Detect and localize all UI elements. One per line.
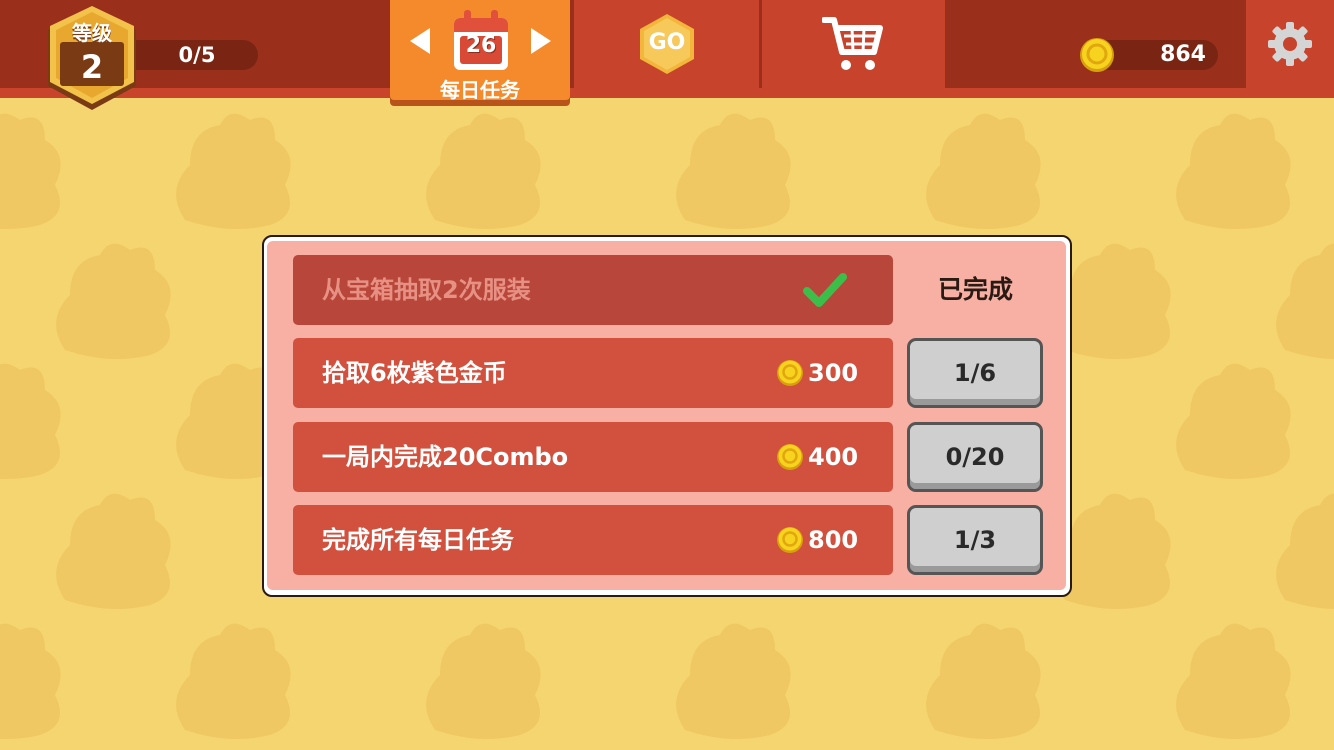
go-label: GO — [648, 30, 686, 55]
task-status-completed: 已完成 — [937, 275, 1013, 304]
next-arrow-icon[interactable] — [531, 28, 551, 54]
level-number: 2 — [80, 48, 104, 86]
task-reward: 400 — [808, 443, 859, 471]
task-label: 从宝箱抽取2次服装 — [322, 276, 531, 304]
blob-row-5 — [0, 623, 1291, 739]
checkmark-icon — [803, 273, 847, 307]
coin-icon — [777, 527, 803, 553]
daily-tasks-tab-label: 每日任务 — [440, 78, 520, 102]
task-progress-text: 0/20 — [945, 443, 1005, 471]
level-progress-text: 0/5 — [178, 43, 216, 67]
task-reward: 300 — [808, 359, 859, 387]
task-label: 拾取6枚紫色金币 — [322, 359, 507, 387]
previous-arrow-icon[interactable] — [410, 28, 430, 54]
coin-icon — [777, 444, 803, 470]
coin-balance: 864 — [1160, 42, 1206, 67]
task-progress-text: 1/3 — [953, 526, 997, 554]
level-title: 等级 — [72, 21, 112, 45]
shopping-cart-icon — [822, 17, 883, 70]
task-label: 一局内完成20Combo — [322, 443, 569, 471]
gear-icon[interactable] — [1266, 20, 1314, 68]
task-reward: 800 — [808, 526, 859, 554]
calendar-day: 26 — [465, 33, 497, 58]
blob-row-1 — [0, 113, 1291, 229]
coin-icon — [777, 360, 803, 386]
task-progress-text: 1/6 — [953, 359, 997, 387]
coin-icon — [1080, 38, 1114, 72]
task-label: 完成所有每日任务 — [322, 526, 514, 554]
